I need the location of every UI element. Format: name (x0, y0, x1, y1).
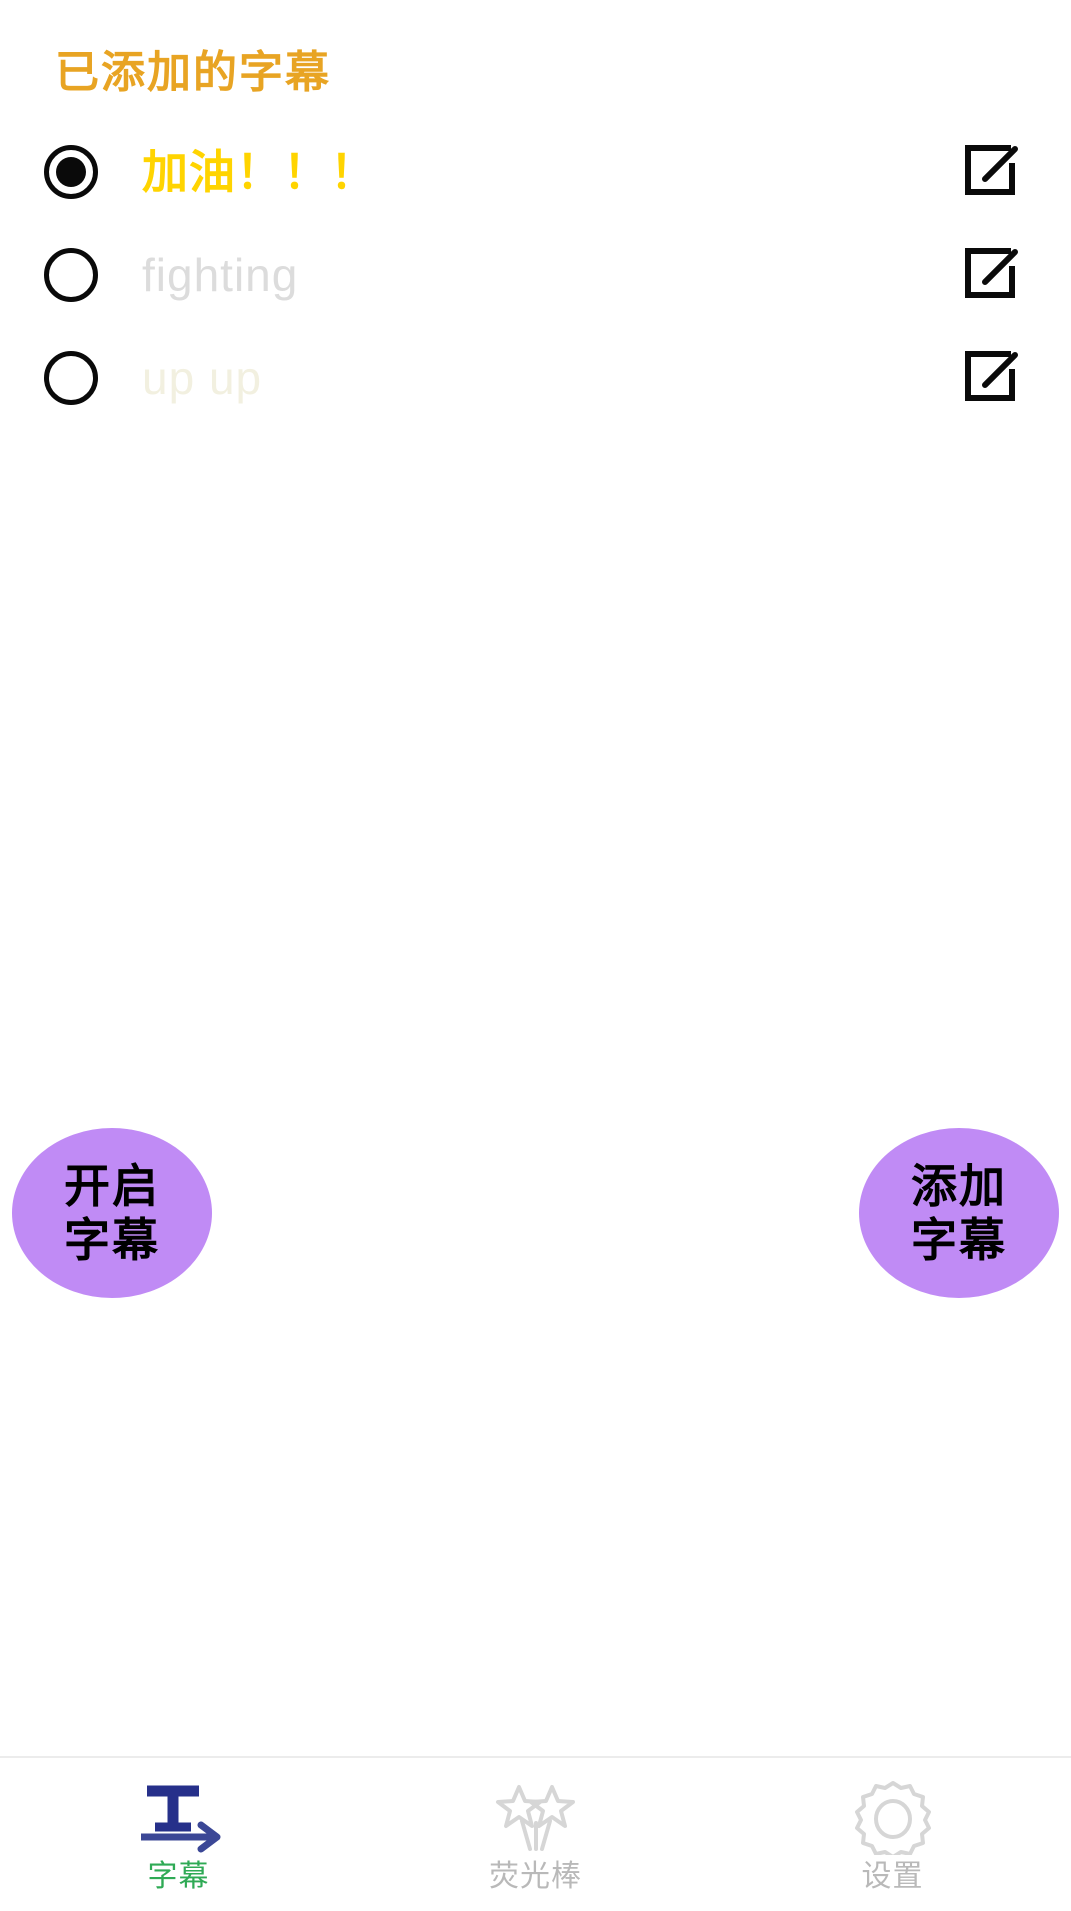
subtitle-text: fighting (142, 248, 299, 301)
list-item[interactable]: up up (0, 326, 1071, 429)
subtitle-text: up up (142, 351, 263, 404)
enable-subtitle-label-line2: 字幕 (64, 1214, 160, 1266)
tab-label-subtitles: 字幕 (147, 1859, 210, 1893)
add-subtitle-label-line2: 字幕 (911, 1214, 1007, 1266)
radio-button[interactable] (44, 247, 98, 302)
bottom-tab-bar: 字幕 荧光棒 设置 (0, 1756, 1071, 1911)
add-subtitle-label-line1: 添加 (911, 1160, 1007, 1212)
subtitle-text: 加油！！！ (142, 145, 377, 198)
page-title: 已添加的字幕 (55, 48, 331, 97)
list-item[interactable]: fighting (0, 223, 1071, 326)
glow-stick-stars-icon (486, 1781, 586, 1853)
edit-square-pencil-icon (961, 247, 1021, 303)
edit-square-pencil-icon (961, 350, 1021, 406)
tab-glow-stick[interactable]: 荧光棒 (357, 1758, 714, 1911)
subtitle-list: 加油！！！ fighting up up (0, 120, 1071, 429)
gear-icon (851, 1780, 935, 1855)
tab-label-settings: 设置 (861, 1859, 924, 1893)
radio-button[interactable] (44, 350, 98, 405)
radio-button-selected[interactable] (44, 144, 98, 199)
tab-settings[interactable]: 设置 (714, 1758, 1071, 1911)
edit-square-pencil-icon (961, 144, 1021, 200)
enable-subtitle-label-line1: 开启 (64, 1160, 160, 1212)
list-item[interactable]: 加油！！！ (0, 120, 1071, 223)
edit-subtitle-button[interactable] (959, 348, 1023, 408)
edit-subtitle-button[interactable] (959, 245, 1023, 305)
enable-subtitle-button[interactable]: 开启 字幕 (12, 1128, 212, 1298)
text-arrow-icon (133, 1781, 225, 1853)
app-root: 已添加的字幕 加油！！！ fighting up up 开启 字幕 添加 字幕 … (0, 0, 1071, 1911)
tab-subtitles[interactable]: 字幕 (0, 1758, 357, 1911)
tab-label-glow-stick: 荧光棒 (489, 1859, 582, 1893)
edit-subtitle-button[interactable] (959, 142, 1023, 202)
add-subtitle-button[interactable]: 添加 字幕 (859, 1128, 1059, 1298)
